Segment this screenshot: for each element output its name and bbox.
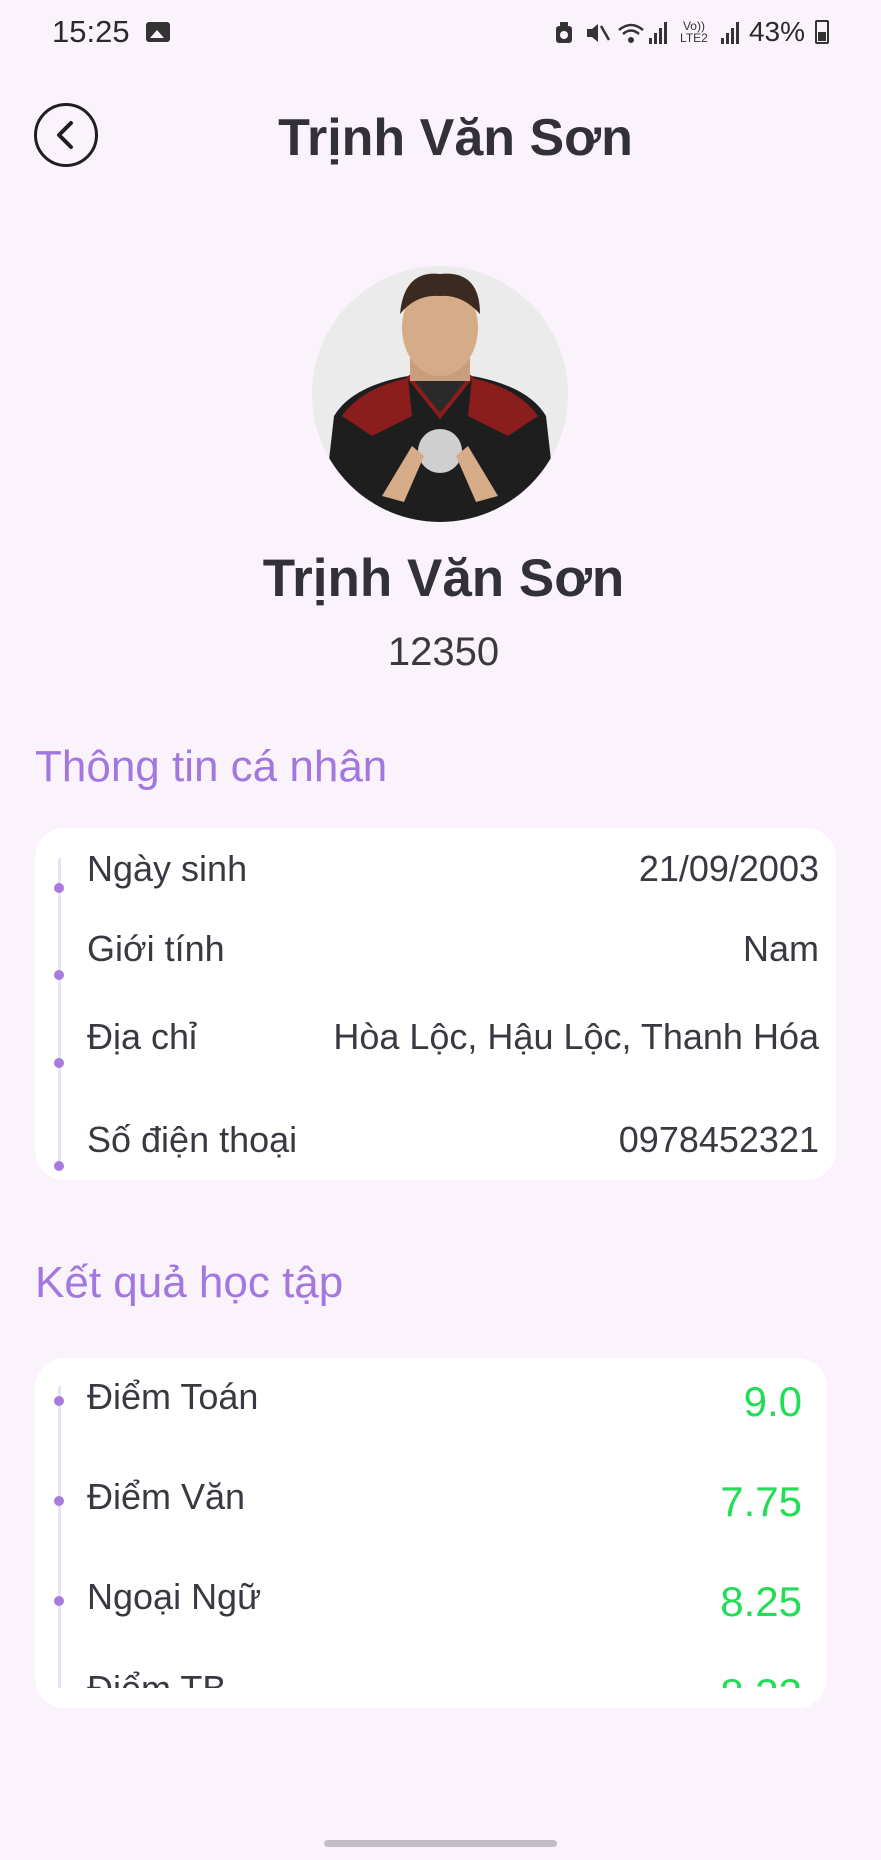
results-scroll-area[interactable]: Điểm Toán 9.0 Điểm Văn 7.75 Ngoại Ngữ 8.…	[35, 1358, 827, 1688]
timeline-dot	[54, 1161, 64, 1171]
academic-results-title: Kết quả học tập	[35, 1258, 344, 1307]
status-bar: 15:25 Vo)) LTE2 43%	[0, 0, 881, 66]
score-label: Điểm TB	[87, 1668, 226, 1688]
avatar-photo	[312, 266, 568, 522]
mute-icon	[585, 20, 611, 44]
personal-info-card: Ngày sinh 21/09/2003 Giới tính Nam Địa c…	[35, 828, 836, 1180]
info-value: Hòa Lộc, Hậu Lộc, Thanh Hóa	[333, 1016, 819, 1057]
score-label: Điểm Văn	[87, 1476, 246, 1517]
avatar	[312, 266, 568, 522]
score-row-average: Điểm TB 8.33	[35, 1668, 827, 1688]
score-value: 8.33	[720, 1670, 802, 1688]
info-label: Ngày sinh	[87, 848, 248, 889]
info-value: Nam	[742, 928, 819, 969]
timeline-dot	[54, 970, 64, 980]
app-header: Trịnh Văn Sơn	[0, 96, 881, 186]
signal-icon-2	[720, 20, 739, 44]
info-label: Số điện thoại	[87, 1119, 298, 1160]
score-row-literature: Điểm Văn 7.75	[35, 1476, 827, 1536]
timeline-line	[58, 858, 61, 1163]
score-row-foreign-language: Ngoại Ngữ 8.25	[35, 1576, 827, 1636]
score-label: Ngoại Ngữ	[87, 1576, 262, 1617]
signal-icon	[648, 20, 667, 44]
battery-percent: 43%	[748, 16, 805, 47]
score-value: 9.0	[743, 1378, 802, 1425]
score-label: Điểm Toán	[87, 1376, 259, 1417]
profile-id: 12350	[387, 630, 500, 674]
personal-info-title: Thông tin cá nhân	[35, 742, 388, 791]
info-value: 0978452321	[618, 1119, 819, 1160]
profile-name: Trịnh Văn Sơn	[262, 549, 625, 608]
battery-icon	[815, 20, 829, 44]
info-row-address: Địa chỉ Hòa Lộc, Hậu Lộc, Thanh Hóa	[35, 1016, 836, 1068]
image-notification-icon	[146, 22, 170, 42]
lte-label: Vo)) LTE2	[680, 19, 708, 45]
info-row-gender: Giới tính Nam	[35, 928, 836, 980]
timeline-dot	[54, 1496, 64, 1506]
score-value: 7.75	[720, 1478, 802, 1525]
timeline-dot	[54, 1596, 64, 1606]
info-row-birthdate: Ngày sinh 21/09/2003	[35, 848, 836, 898]
info-label: Địa chỉ	[87, 1016, 198, 1057]
score-value: 8.25	[720, 1578, 802, 1625]
status-time: 15:25	[52, 14, 130, 49]
score-row-math: Điểm Toán 9.0	[35, 1376, 827, 1436]
home-indicator[interactable]	[324, 1840, 557, 1847]
timeline-dot	[54, 1058, 64, 1068]
status-icons: Vo)) LTE2 43%	[553, 16, 829, 48]
info-row-phone: Số điện thoại 0978452321	[35, 1119, 836, 1171]
info-label: Giới tính	[87, 928, 225, 969]
wifi-icon	[617, 20, 644, 44]
info-value: 21/09/2003	[638, 848, 819, 889]
alarm-icon	[553, 20, 575, 44]
page-title: Trịnh Văn Sơn	[278, 109, 633, 167]
timeline-dot	[54, 1396, 64, 1406]
academic-results-card: Điểm Toán 9.0 Điểm Văn 7.75 Ngoại Ngữ 8.…	[35, 1358, 827, 1708]
timeline-dot	[54, 883, 64, 893]
